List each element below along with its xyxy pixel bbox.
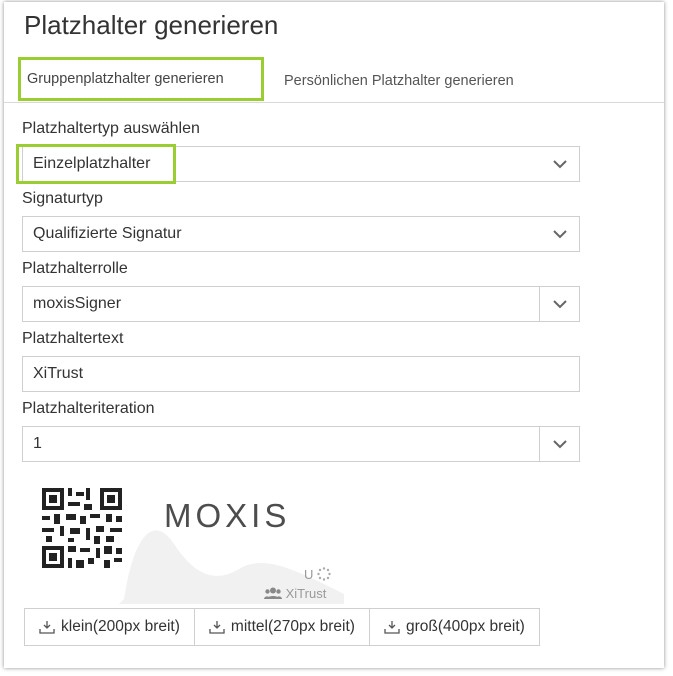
dialog-frame: Platzhalter generieren Gruppenplatzhalte… <box>4 2 664 668</box>
tab-group-placeholder[interactable]: Gruppenplatzhalter generieren <box>18 57 264 101</box>
select-value: 1 <box>33 435 42 452</box>
download-icon <box>209 621 225 634</box>
download-medium-button[interactable]: mittel(270px breit) <box>195 609 370 645</box>
select-value: Qualifizierte Signatur <box>33 225 182 242</box>
chevron-down-icon[interactable] <box>553 300 567 309</box>
spinner-icon <box>317 567 331 581</box>
chevron-down-icon <box>553 160 567 169</box>
tab-bar: Gruppenplatzhalter generieren Persönlich… <box>4 57 664 103</box>
placeholder-preview <box>42 488 344 604</box>
group-label: XiTrust <box>264 586 326 601</box>
chevron-down-icon[interactable] <box>553 440 567 449</box>
input-value: XiTrust <box>33 365 84 382</box>
placeholder-type-select[interactable]: Einzelplatzhalter <box>22 146 580 182</box>
group-icon <box>264 587 282 599</box>
placeholder-type-label: Platzhaltertyp auswählen <box>22 120 200 137</box>
download-large-button[interactable]: groß(400px breit) <box>370 609 539 645</box>
download-icon <box>39 621 55 634</box>
select-divider <box>539 427 540 461</box>
select-divider <box>539 287 540 321</box>
moxis-logo: MOXIS <box>164 497 291 534</box>
placeholder-role-label: Platzhalterrolle <box>22 260 128 277</box>
tab-label: Gruppenplatzhalter generieren <box>27 71 224 87</box>
chevron-down-icon <box>553 230 567 239</box>
placeholder-text-input[interactable]: XiTrust <box>22 356 580 392</box>
download-icon <box>384 621 400 634</box>
signature-type-select[interactable]: Qualifizierte Signatur <box>22 216 580 252</box>
download-button-group: klein(200px breit) mittel(270px breit) g… <box>24 608 540 646</box>
role-initial: U <box>304 567 331 582</box>
placeholder-iteration-select[interactable]: 1 <box>22 426 580 462</box>
select-value: moxisSigner <box>33 295 122 312</box>
qr-code-icon <box>42 488 122 568</box>
select-value: Einzelplatzhalter <box>33 155 151 172</box>
placeholder-role-select[interactable]: moxisSigner <box>22 286 580 322</box>
placeholder-text-label: Platzhaltertext <box>22 330 124 347</box>
page-title: Platzhalter generieren <box>24 10 279 40</box>
tab-personal-placeholder[interactable]: Persönlichen Platzhalter generieren <box>284 62 514 102</box>
signature-type-label: Signaturtyp <box>22 190 103 207</box>
placeholder-iteration-label: Platzhalteriteration <box>22 400 155 417</box>
tab-label: Persönlichen Platzhalter generieren <box>284 73 514 89</box>
download-small-button[interactable]: klein(200px breit) <box>25 609 195 645</box>
